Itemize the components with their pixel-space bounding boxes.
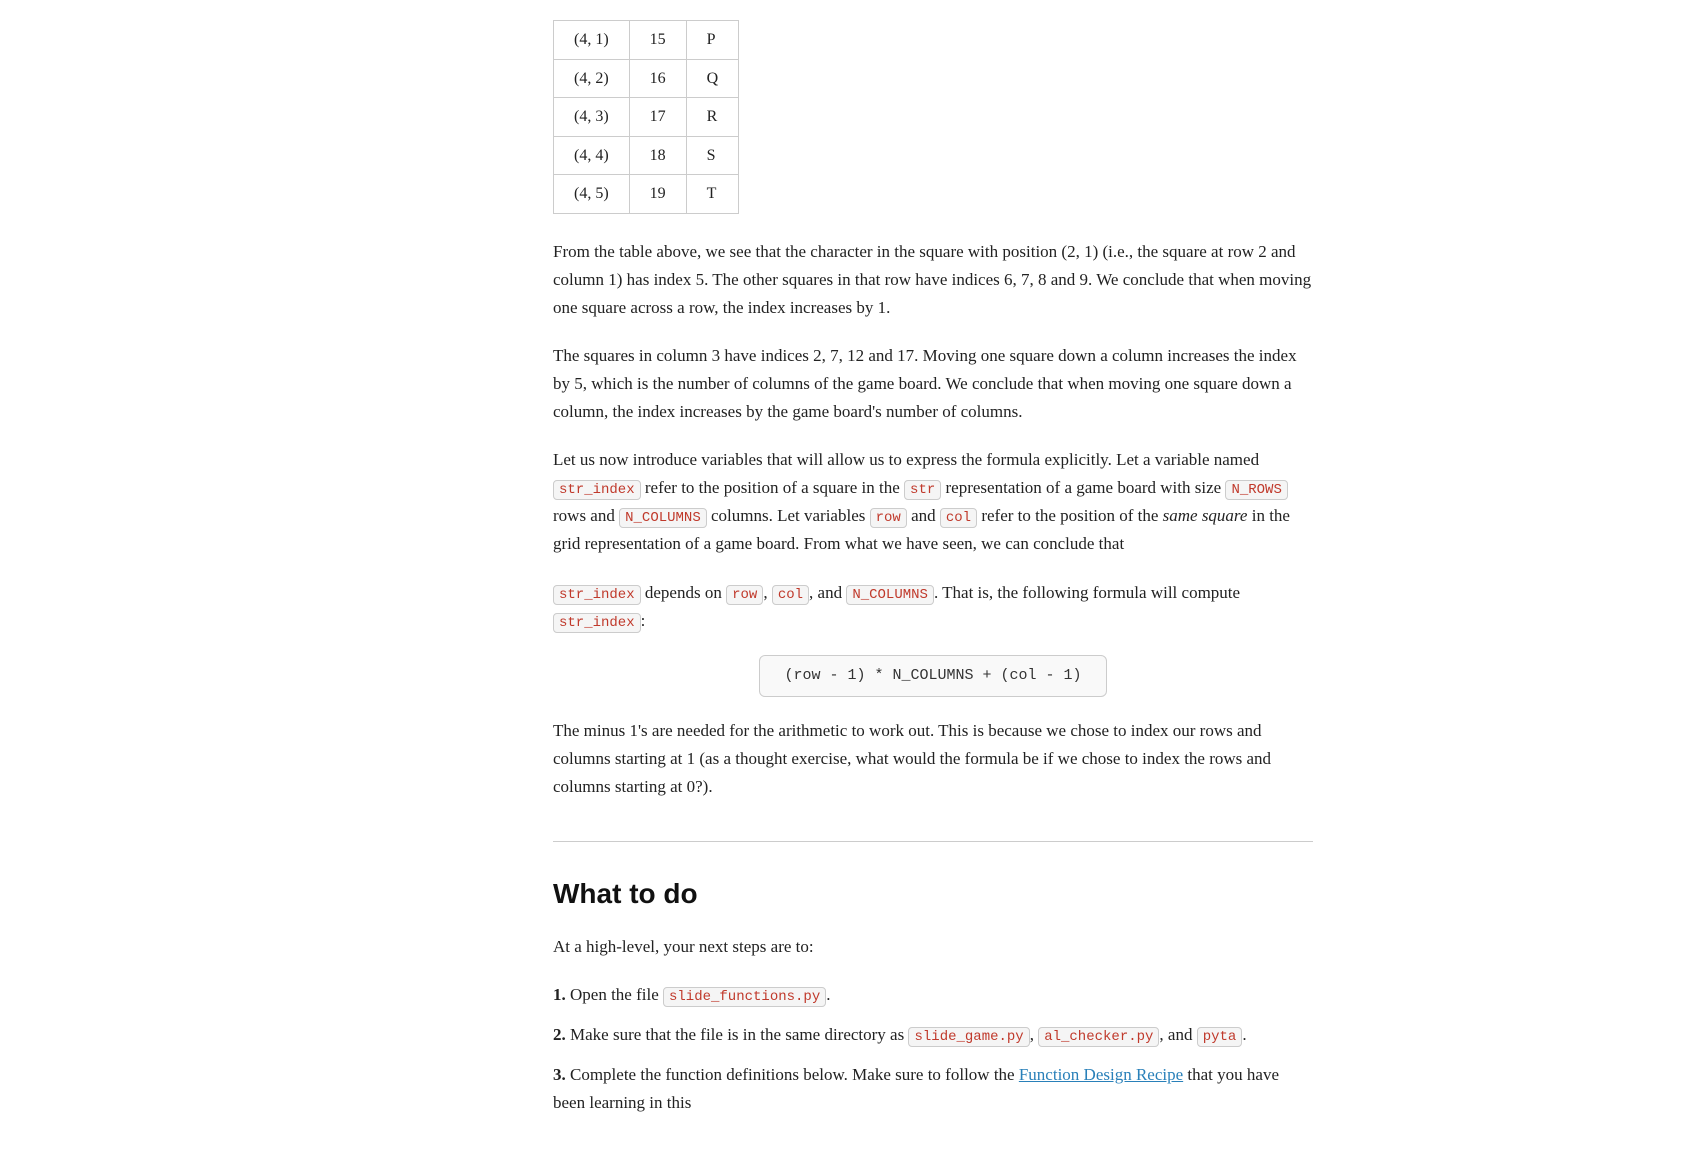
step2-middle: , and xyxy=(1159,1025,1196,1044)
step3-before: Complete the function definitions below.… xyxy=(570,1065,1019,1084)
code-str-index-3: str_index xyxy=(553,613,641,633)
p4-comma1: , xyxy=(763,583,772,602)
step-2: 2. Make sure that the file is in the sam… xyxy=(553,1021,1313,1049)
table-cell: (4, 4) xyxy=(554,136,630,175)
code-al-checker: al_checker.py xyxy=(1038,1027,1159,1047)
p3-middle2: representation of a game board with size xyxy=(941,478,1225,497)
code-n-rows: N_ROWS xyxy=(1225,480,1287,500)
paragraph-4: str_index depends on row, col, and N_COL… xyxy=(553,579,1313,635)
p3-middle4: columns. Let variables xyxy=(707,506,870,525)
p3-text-before: Let us now introduce variables that will… xyxy=(553,450,1259,469)
code-slide-functions: slide_functions.py xyxy=(663,987,826,1007)
table-cell: Q xyxy=(686,59,739,98)
step2-before: Make sure that the file is in the same d… xyxy=(570,1025,908,1044)
p4-comma2: , and xyxy=(809,583,846,602)
table-cell: 17 xyxy=(629,98,686,137)
paragraph-1: From the table above, we see that the ch… xyxy=(553,238,1313,322)
code-str-index-1: str_index xyxy=(553,480,641,500)
page-container: (4, 1)15P(4, 2)16Q(4, 3)17R(4, 4)18S(4, … xyxy=(353,0,1353,1169)
paragraph-1-text: From the table above, we see that the ch… xyxy=(553,242,1311,317)
formula-text: (row - 1) * N_COLUMNS + (col - 1) xyxy=(784,667,1081,684)
code-n-columns-2: N_COLUMNS xyxy=(846,585,934,605)
data-table: (4, 1)15P(4, 2)16Q(4, 3)17R(4, 4)18S(4, … xyxy=(553,20,739,214)
table-cell: (4, 5) xyxy=(554,175,630,214)
code-slide-game: slide_game.py xyxy=(908,1027,1029,1047)
formula-block: (row - 1) * N_COLUMNS + (col - 1) xyxy=(553,655,1313,697)
section-title: What to do xyxy=(553,872,1313,917)
table-cell: (4, 1) xyxy=(554,21,630,60)
p3-middle3: rows and xyxy=(553,506,619,525)
paragraph-2: The squares in column 3 have indices 2, … xyxy=(553,342,1313,426)
code-str-index-2: str_index xyxy=(553,585,641,605)
table-cell: (4, 2) xyxy=(554,59,630,98)
step-1: 1. Open the file slide_functions.py. xyxy=(553,981,1313,1009)
paragraph-5-text: The minus 1's are needed for the arithme… xyxy=(553,721,1271,796)
step1-after: . xyxy=(826,985,830,1004)
paragraph-3: Let us now introduce variables that will… xyxy=(553,446,1313,558)
p4-middle1: depends on xyxy=(641,583,726,602)
table-cell: 18 xyxy=(629,136,686,175)
p4-end: . That is, the following formula will co… xyxy=(934,583,1240,602)
p3-middle6: refer to the position of the xyxy=(977,506,1163,525)
paragraph-5: The minus 1's are needed for the arithme… xyxy=(553,717,1313,801)
paragraph-2-text: The squares in column 3 have indices 2, … xyxy=(553,346,1297,421)
table-cell: (4, 3) xyxy=(554,98,630,137)
code-n-columns-1: N_COLUMNS xyxy=(619,508,707,528)
step-2-number: 2. xyxy=(553,1025,566,1044)
table-cell: 19 xyxy=(629,175,686,214)
table-cell: T xyxy=(686,175,739,214)
table-row: (4, 2)16Q xyxy=(554,59,739,98)
step-3: 3. Complete the function definitions bel… xyxy=(553,1061,1313,1117)
step-1-number: 1. xyxy=(553,985,566,1004)
p3-middle1: refer to the position of a square in the xyxy=(641,478,904,497)
table-cell: R xyxy=(686,98,739,137)
table-cell: 15 xyxy=(629,21,686,60)
p4-colon: : xyxy=(641,611,646,630)
step2-after: . xyxy=(1242,1025,1246,1044)
code-col-1: col xyxy=(940,508,977,528)
table-row: (4, 1)15P xyxy=(554,21,739,60)
section-divider xyxy=(553,841,1313,842)
table-row: (4, 5)19T xyxy=(554,175,739,214)
step-3-number: 3. xyxy=(553,1065,566,1084)
italic-same-square: same square xyxy=(1163,506,1248,525)
p3-middle5: and xyxy=(907,506,940,525)
step1-before: Open the file xyxy=(570,985,663,1004)
table-row: (4, 4)18S xyxy=(554,136,739,175)
code-pyta: pyta xyxy=(1197,1027,1243,1047)
high-level-text: At a high-level, your next steps are to: xyxy=(553,933,1313,961)
table-cell: S xyxy=(686,136,739,175)
table-cell: P xyxy=(686,21,739,60)
function-design-recipe-link[interactable]: Function Design Recipe xyxy=(1019,1065,1183,1084)
code-row-2: row xyxy=(726,585,763,605)
table-cell: 16 xyxy=(629,59,686,98)
formula-box: (row - 1) * N_COLUMNS + (col - 1) xyxy=(759,655,1106,697)
code-col-2: col xyxy=(772,585,809,605)
table-row: (4, 3)17R xyxy=(554,98,739,137)
code-row-1: row xyxy=(870,508,907,528)
step2-comma: , xyxy=(1030,1025,1034,1044)
code-str: str xyxy=(904,480,941,500)
